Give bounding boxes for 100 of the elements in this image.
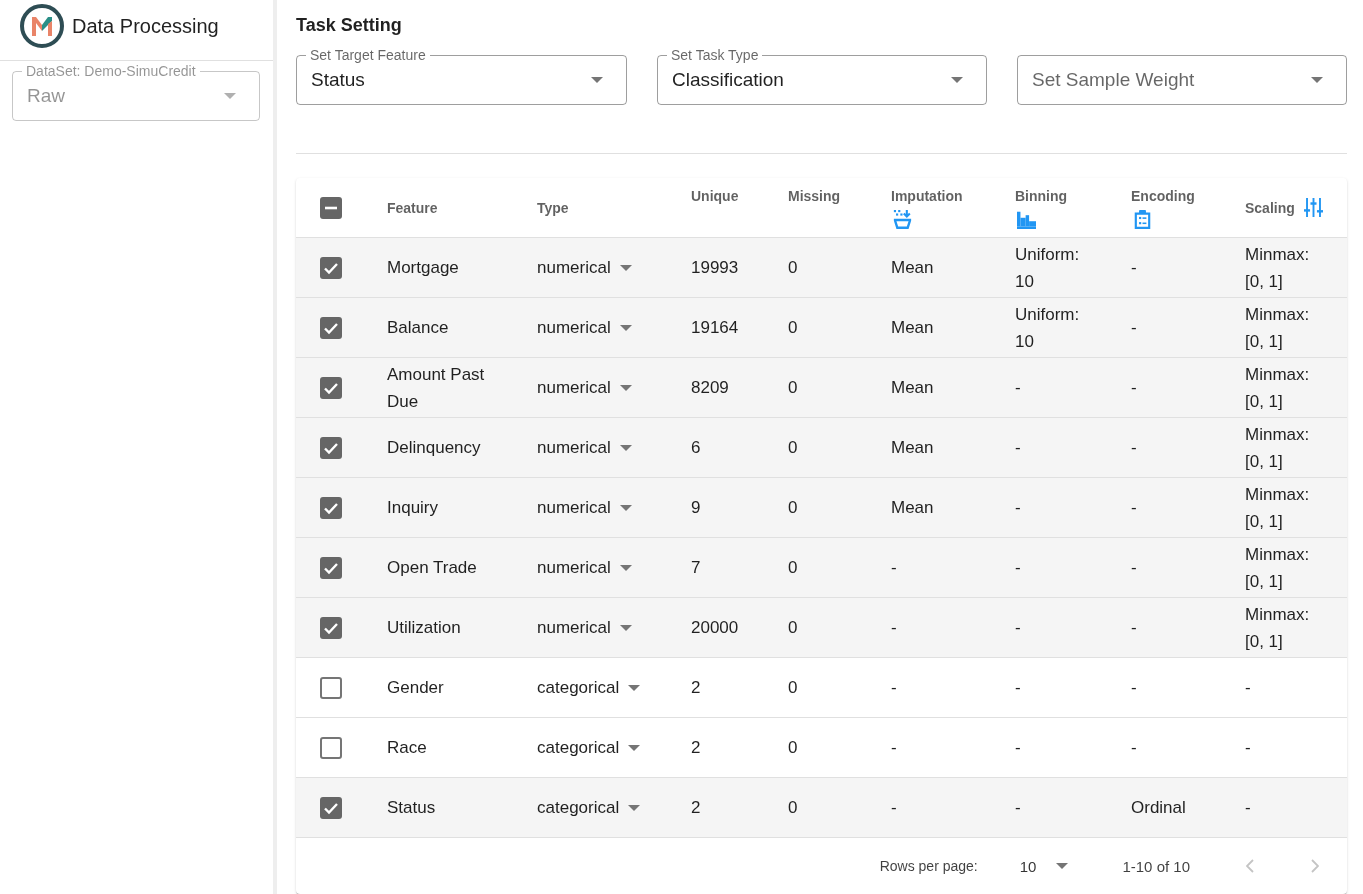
select-field[interactable]: Set Target Feature Status xyxy=(296,47,627,105)
caret-icon xyxy=(591,77,603,83)
caret-icon xyxy=(628,744,641,751)
table-cell-text: 0 xyxy=(788,797,798,819)
row-checkbox[interactable] xyxy=(320,796,342,819)
row-checkbox[interactable] xyxy=(320,736,342,759)
row-checkbox[interactable] xyxy=(320,256,342,279)
type-select[interactable]: categorical xyxy=(537,794,641,821)
table-cell-text: 0 xyxy=(788,737,798,759)
page-range: 1-10 of 10 xyxy=(1122,857,1190,875)
row-checkbox[interactable] xyxy=(320,616,342,639)
table-cell-text: - xyxy=(891,557,897,579)
table-cell-text: 2 xyxy=(691,737,701,759)
caret-icon xyxy=(619,564,632,571)
column-header: Binning xyxy=(1015,187,1068,205)
type-select[interactable]: numerical xyxy=(537,314,632,341)
section-title: Task Setting xyxy=(296,14,403,36)
table-cell-text: - xyxy=(1131,437,1137,459)
caret-icon xyxy=(619,384,632,391)
table-cell-text: - xyxy=(1015,437,1021,459)
table-cell-text: - xyxy=(1131,317,1137,339)
column-header: Imputation xyxy=(891,187,963,205)
table-cell-text: Minmax: [0, 1] xyxy=(1245,603,1311,653)
table-cell-text: Minmax: [0, 1] xyxy=(1245,243,1311,293)
caret-icon xyxy=(619,624,632,631)
select-field[interactable]: Set Sample Weight xyxy=(1017,55,1347,105)
table-cell-text: - xyxy=(1131,677,1137,699)
select-field[interactable]: Set Task Type Classification xyxy=(657,47,987,105)
table-cell-text: - xyxy=(1015,737,1021,759)
table-cell-text: Utilization xyxy=(387,617,461,639)
type-select[interactable]: numerical xyxy=(537,374,632,401)
caret-icon xyxy=(1056,863,1069,869)
table-cell-text: - xyxy=(891,677,897,699)
table-cell-text: Balance xyxy=(387,317,449,339)
caret-icon xyxy=(619,504,632,511)
row-checkbox[interactable] xyxy=(320,316,342,339)
table-cell-text: Minmax: [0, 1] xyxy=(1245,543,1311,593)
table-cell-text: 9 xyxy=(691,497,701,519)
table-cell-text: - xyxy=(1131,497,1137,519)
caret-icon xyxy=(619,324,632,331)
table-cell-text: - xyxy=(1131,737,1137,759)
logo-icon xyxy=(20,4,64,48)
table-cell-text: Open Trade xyxy=(387,557,477,579)
table-cell-text: - xyxy=(1245,737,1251,759)
table-cell-text: - xyxy=(1015,377,1021,399)
type-select[interactable]: categorical xyxy=(537,674,641,701)
type-select[interactable]: numerical xyxy=(537,614,632,641)
table-cell-text: 20000 xyxy=(691,617,739,639)
table-cell-text: Mean xyxy=(891,377,934,399)
caret-icon xyxy=(619,444,632,451)
table-cell-text: 8209 xyxy=(691,377,729,399)
row-checkbox[interactable] xyxy=(320,376,342,399)
table-cell-text: Delinquency xyxy=(387,437,481,459)
table-cell-text: 0 xyxy=(788,377,798,399)
caret-icon xyxy=(224,93,236,99)
row-checkbox[interactable] xyxy=(320,676,342,699)
table-cell-text: 6 xyxy=(691,437,701,459)
table-cell-text: - xyxy=(1245,797,1251,819)
caret-icon xyxy=(619,264,632,271)
table-cell-text: 2 xyxy=(691,677,701,699)
table-cell-text: 0 xyxy=(788,677,798,699)
table-cell-text: Status xyxy=(387,797,436,819)
basket-arrow-icon xyxy=(893,210,912,229)
column-header: Missing xyxy=(788,187,841,205)
table-cell-text: 2 xyxy=(691,797,701,819)
table-cell-text: 0 xyxy=(788,557,798,579)
table-cell-text: - xyxy=(1015,617,1021,639)
table-cell-text: - xyxy=(1245,677,1251,699)
column-header: Unique xyxy=(691,187,739,205)
caret-icon xyxy=(628,684,641,691)
rows-per-page-select[interactable]: 10 xyxy=(1019,857,1069,875)
type-select[interactable]: numerical xyxy=(537,254,632,281)
table-cell-text: - xyxy=(1015,497,1021,519)
table-cell-text: Minmax: [0, 1] xyxy=(1245,483,1311,533)
table-cell-text: Mortgage xyxy=(387,257,459,279)
table-cell-text: 7 xyxy=(691,557,701,579)
table-cell-text: Uniform: 10 xyxy=(1015,243,1081,293)
row-checkbox[interactable] xyxy=(320,436,342,459)
type-select[interactable]: numerical xyxy=(537,494,632,521)
row-checkbox[interactable] xyxy=(320,556,342,579)
table-cell-text: - xyxy=(891,617,897,639)
caret-icon xyxy=(1311,77,1323,83)
row-checkbox[interactable] xyxy=(320,496,342,519)
table-cell-text: - xyxy=(1131,617,1137,639)
caret-icon xyxy=(628,804,641,811)
table-cell-text: - xyxy=(1015,557,1021,579)
table-cell-text: Uniform: 10 xyxy=(1015,303,1081,353)
table-cell-text: 0 xyxy=(788,617,798,639)
table-cell-text: Mean xyxy=(891,317,934,339)
type-select[interactable]: numerical xyxy=(537,554,632,581)
column-header: Feature xyxy=(387,198,438,217)
table-cell-text: - xyxy=(1131,377,1137,399)
table-cell-text: Race xyxy=(387,737,427,759)
type-select[interactable]: categorical xyxy=(537,734,641,761)
column-header: Encoding xyxy=(1131,187,1195,205)
type-select[interactable]: numerical xyxy=(537,434,632,461)
table-cell-text: - xyxy=(1131,257,1137,279)
histogram-icon xyxy=(1017,210,1036,229)
select-all-checkbox[interactable] xyxy=(320,196,342,219)
clipboard-list-icon xyxy=(1133,210,1152,229)
